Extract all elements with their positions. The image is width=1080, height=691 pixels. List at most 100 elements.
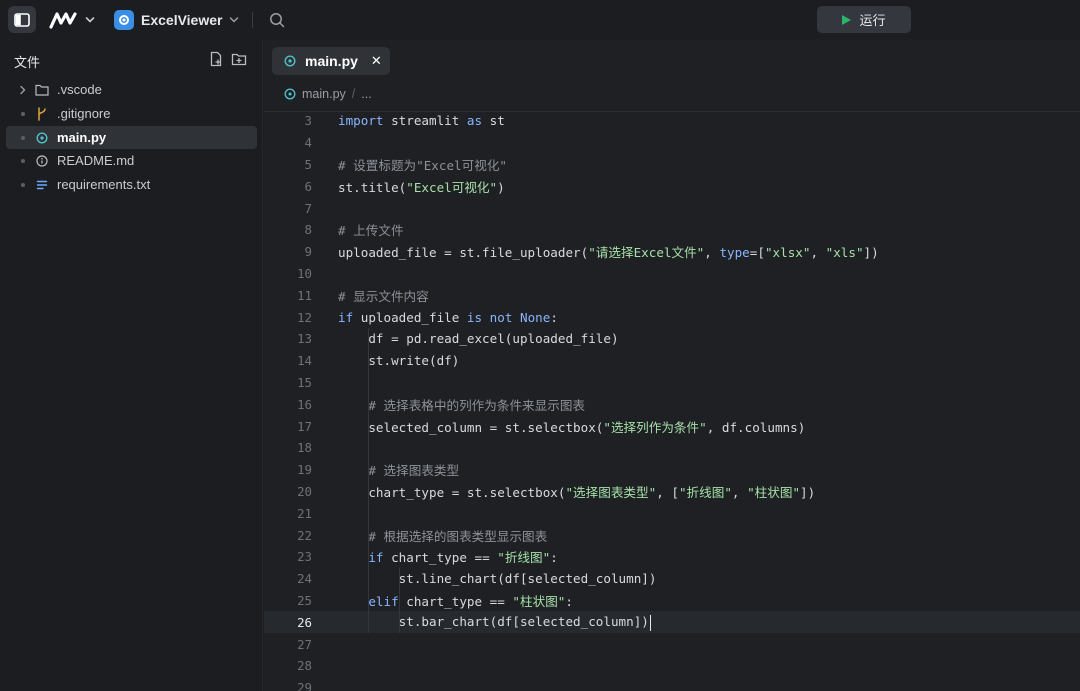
code-token: "折线图" bbox=[678, 484, 732, 500]
code-line[interactable]: 11 # 显示文件内容 bbox=[264, 284, 1080, 306]
sidebar-panel-icon bbox=[14, 12, 30, 27]
code-text: st.title("Excel可视化") bbox=[338, 177, 505, 196]
tab-label: main.py bbox=[305, 53, 358, 69]
code-text: # 选择图表类型 bbox=[338, 460, 459, 479]
search-button[interactable] bbox=[266, 9, 288, 31]
code-token: =[ bbox=[749, 245, 765, 261]
line-number: 7 bbox=[304, 200, 312, 216]
code-line[interactable]: 18 bbox=[264, 437, 1080, 459]
new-file-icon bbox=[210, 51, 222, 67]
top-bar: ExcelViewer 运行 bbox=[0, 0, 1080, 42]
file-tree-item[interactable]: .gitignore bbox=[6, 102, 257, 125]
code-line[interactable]: 28 bbox=[264, 655, 1080, 677]
line-number: 16 bbox=[297, 396, 312, 412]
code-token: None bbox=[520, 309, 551, 325]
code-line[interactable]: 5 # 设置标题为"Excel可视化" bbox=[264, 154, 1080, 176]
code-token: "柱状图" bbox=[747, 484, 801, 500]
code-token: , df.columns) bbox=[706, 419, 806, 435]
code-text: if chart_type == "折线图": bbox=[338, 547, 557, 566]
code-line[interactable]: 13 df = pd.read_excel(uploaded_file) bbox=[264, 328, 1080, 350]
code-line[interactable]: 20 chart_type = st.selectbox("选择图表类型", [… bbox=[264, 481, 1080, 503]
code-line[interactable]: 24 st.line_chart(df[selected_column]) bbox=[264, 568, 1080, 590]
breadcrumb-file[interactable]: main.py bbox=[302, 87, 346, 101]
code-line[interactable]: 19 # 选择图表类型 bbox=[264, 459, 1080, 481]
code-line[interactable]: 25 elif chart_type == "柱状图": bbox=[264, 590, 1080, 612]
code-line[interactable]: 10 bbox=[264, 263, 1080, 285]
line-number: 23 bbox=[297, 549, 312, 565]
code-token: "请选择Excel文件" bbox=[588, 245, 705, 261]
chevron-down-icon bbox=[85, 17, 95, 23]
code-text: chart_type = st.selectbox("选择图表类型", ["折线… bbox=[338, 482, 815, 501]
line-number: 8 bbox=[304, 222, 312, 238]
file-tree-item[interactable]: .vscode bbox=[6, 78, 257, 101]
code-token: # 设置标题为"Excel可视化" bbox=[338, 157, 507, 173]
search-icon bbox=[270, 13, 285, 28]
code-token: "xlsx" bbox=[764, 245, 811, 261]
code-line[interactable]: 22 # 根据选择的图表类型显示图表 bbox=[264, 524, 1080, 546]
code-line[interactable]: 9 uploaded_file = st.file_uploader("请选择Ex… bbox=[264, 241, 1080, 263]
code-text: # 显示文件内容 bbox=[338, 286, 429, 305]
code-line[interactable]: 15 bbox=[264, 372, 1080, 394]
line-number: 4 bbox=[304, 135, 312, 151]
code-line[interactable]: 8 # 上传文件 bbox=[264, 219, 1080, 241]
code-token: ]) bbox=[800, 484, 816, 500]
python-file-icon bbox=[284, 55, 296, 67]
app-logo-menu[interactable] bbox=[44, 8, 100, 32]
file-tree-item[interactable]: main.py bbox=[6, 126, 257, 149]
app-logo-icon bbox=[49, 12, 77, 29]
code-text: selected_column = st.selectbox("选择列作为条件"… bbox=[338, 417, 805, 436]
code-token: df = pd.read_excel(uploaded_file) bbox=[338, 331, 619, 347]
text-file-icon bbox=[34, 177, 50, 193]
code-line[interactable]: 23 if chart_type == "折线图": bbox=[264, 546, 1080, 568]
breadcrumb-symbol[interactable]: ... bbox=[361, 87, 371, 101]
file-tree-item[interactable]: README.md bbox=[6, 149, 257, 172]
code-line[interactable]: 21 bbox=[264, 502, 1080, 524]
line-number: 17 bbox=[297, 418, 312, 434]
line-number: 5 bbox=[304, 156, 312, 172]
code-token: "折线图" bbox=[497, 550, 551, 566]
code-token: type bbox=[719, 245, 750, 261]
line-number: 11 bbox=[297, 287, 312, 303]
code-line[interactable]: 27 bbox=[264, 633, 1080, 655]
code-line[interactable]: 12 if uploaded_file is not None: bbox=[264, 306, 1080, 328]
code-token: chart_type == bbox=[383, 550, 498, 566]
line-number: 26 bbox=[297, 614, 312, 630]
tab-main-py[interactable]: main.py ✕ bbox=[272, 47, 390, 75]
code-token: uploaded_file = st.file_uploader( bbox=[338, 245, 589, 261]
code-text: st.line_chart(df[selected_column]) bbox=[338, 571, 657, 587]
line-number: 14 bbox=[297, 353, 312, 369]
bullet-dot bbox=[16, 111, 30, 116]
code-line[interactable]: 6 st.title("Excel可视化") bbox=[264, 175, 1080, 197]
file-tree-label: .vscode bbox=[57, 82, 102, 97]
line-number: 9 bbox=[304, 244, 312, 260]
code-token: st.title( bbox=[338, 179, 407, 195]
code-line[interactable]: 7 bbox=[264, 197, 1080, 219]
code-line[interactable]: 4 bbox=[264, 132, 1080, 154]
code-line[interactable]: 26 st.bar_chart(df[selected_column]) bbox=[264, 611, 1080, 634]
code-line[interactable]: 29 bbox=[264, 677, 1080, 691]
file-tree-item[interactable]: requirements.txt bbox=[6, 173, 257, 196]
code-line[interactable]: 3 import streamlit as st bbox=[264, 110, 1080, 132]
new-file-button[interactable] bbox=[208, 51, 224, 67]
close-icon[interactable]: ✕ bbox=[371, 53, 382, 69]
new-folder-button[interactable] bbox=[231, 51, 247, 67]
run-button[interactable]: 运行 bbox=[817, 6, 911, 33]
line-number: 27 bbox=[297, 636, 312, 652]
project-selector[interactable]: ExcelViewer bbox=[114, 8, 239, 32]
code-text: elif chart_type == "柱状图": bbox=[338, 591, 573, 610]
new-folder-icon bbox=[231, 53, 247, 66]
code-token: "Excel可视化" bbox=[406, 179, 498, 195]
code-line[interactable]: 16 # 选择表格中的列作为条件来显示图表 bbox=[264, 393, 1080, 415]
topbar-divider bbox=[252, 12, 253, 28]
code-text: st.bar_chart(df[selected_column]) bbox=[338, 614, 652, 631]
code-line[interactable]: 17 selected_column = st.selectbox("选择列作为… bbox=[264, 415, 1080, 437]
code-token: st.bar_chart(df[selected_column]) bbox=[338, 614, 649, 630]
code-line[interactable]: 14 st.write(df) bbox=[264, 350, 1080, 372]
code-token: chart_type == bbox=[398, 593, 513, 609]
line-number: 10 bbox=[297, 265, 312, 281]
sidebar-toggle-button[interactable] bbox=[8, 6, 36, 33]
code-token: st.line_chart(df[selected_column]) bbox=[338, 571, 657, 587]
bullet-dot bbox=[16, 158, 30, 163]
